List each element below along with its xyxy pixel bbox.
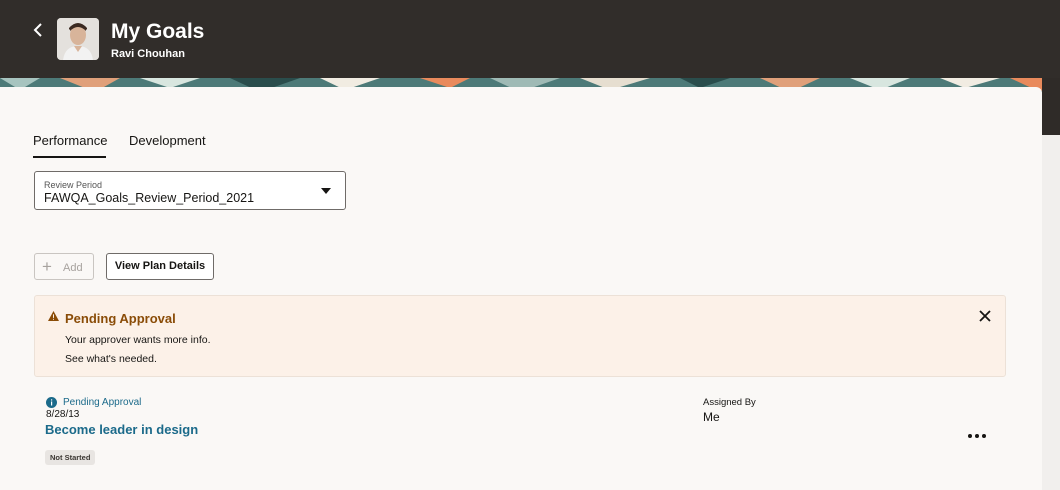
page-header: My Goals Ravi Chouhan	[0, 0, 1060, 78]
more-actions-icon[interactable]	[965, 427, 989, 445]
main-content: Performance Development Review Period FA…	[0, 87, 1042, 490]
add-button[interactable]: + Add	[34, 253, 94, 280]
pending-approval-banner: Pending Approval Your approver wants mor…	[34, 295, 1006, 377]
tab-development[interactable]: Development	[129, 133, 206, 148]
banner-title: Pending Approval	[65, 311, 176, 326]
close-icon[interactable]	[978, 309, 992, 323]
warning-icon	[48, 311, 59, 321]
goal-title-link[interactable]: Become leader in design	[45, 422, 198, 437]
info-icon	[46, 397, 57, 408]
assigned-by-value: Me	[703, 410, 720, 424]
goal-date: 8/28/13	[46, 409, 80, 420]
header-edge	[1042, 78, 1060, 135]
assigned-by-label: Assigned By	[703, 397, 756, 408]
banner-link[interactable]: See what's needed.	[65, 353, 157, 365]
add-button-label: Add	[63, 262, 83, 274]
banner-message: Your approver wants more info.	[65, 334, 211, 346]
page-title: My Goals	[111, 20, 205, 43]
avatar	[57, 18, 99, 60]
plus-icon: +	[42, 257, 52, 276]
tab-selected-indicator	[33, 156, 106, 158]
tab-performance[interactable]: Performance	[33, 133, 107, 148]
status-badge: Not Started	[45, 450, 96, 465]
scroll-gutter	[1042, 135, 1060, 490]
back-button[interactable]	[28, 20, 48, 42]
chevron-left-icon	[33, 23, 42, 37]
review-period-label: Review Period	[44, 180, 103, 190]
review-period-value: FAWQA_Goals_Review_Period_2021	[44, 191, 255, 205]
goal-status: Pending Approval	[63, 397, 142, 408]
caret-down-icon	[321, 188, 331, 194]
review-period-select[interactable]: Review Period FAWQA_Goals_Review_Period_…	[34, 171, 346, 210]
view-plan-details-button[interactable]: View Plan Details	[106, 253, 214, 280]
page-subtitle: Ravi Chouhan	[111, 48, 185, 60]
